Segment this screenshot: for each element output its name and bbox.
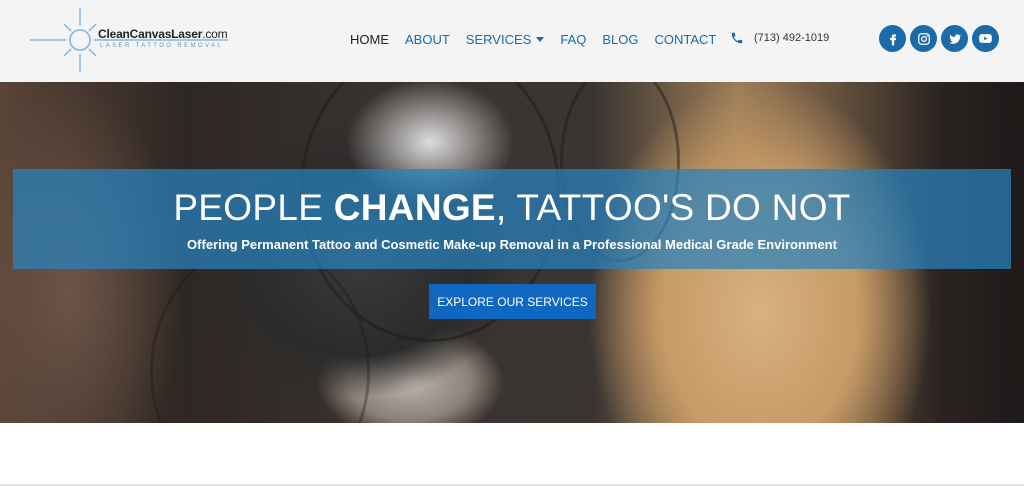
logo-name-domain: .com [202,27,228,41]
headline-part-2: , TATTOO'S DO NOT [495,187,851,228]
facebook-icon [889,33,896,45]
hero-section: PEOPLE CHANGE, TATTOO'S DO NOT Offering … [0,82,1024,423]
chevron-down-icon [536,37,545,42]
site-logo[interactable]: CleanCanvasLaser.com LASER TATTOO REMOVA… [28,8,238,74]
nav-item-services[interactable]: SERVICES [466,32,545,47]
nav-item-faq[interactable]: FAQ [560,32,586,47]
nav-item-contact[interactable]: CONTACT [654,32,716,47]
explore-services-button[interactable]: EXPLORE OUR SERVICES [429,284,596,319]
hero-banner: PEOPLE CHANGE, TATTOO'S DO NOT Offering … [13,169,1011,269]
instagram-link[interactable] [910,25,937,52]
facebook-link[interactable] [879,25,906,52]
hero-headline: PEOPLE CHANGE, TATTOO'S DO NOT [13,187,1011,229]
twitter-link[interactable] [941,25,968,52]
hero-subheadline: Offering Permanent Tattoo and Cosmetic M… [187,237,837,252]
youtube-link[interactable] [972,25,999,52]
phone-contact[interactable]: (713) 492-1019 [730,31,829,45]
headline-part-1: PEOPLE [173,187,334,228]
headline-emphasis: CHANGE [333,187,496,228]
nav-item-about[interactable]: ABOUT [405,32,450,47]
phone-icon [731,32,743,44]
logo-name: CleanCanvasLaser.com [98,27,228,41]
site-header: CleanCanvasLaser.com LASER TATTOO REMOVA… [0,0,1024,82]
phone-number: (713) 492-1019 [754,32,830,44]
nav-item-blog[interactable]: BLOG [602,32,638,47]
nav-item-services-label: SERVICES [465,32,532,47]
main-nav: HOME ABOUT SERVICES FAQ BLOG CONTACT [350,32,732,47]
twitter-icon [948,33,961,44]
logo-name-bold: CleanCanvasLaser [98,27,203,41]
social-links [879,25,1003,52]
instagram-icon [917,32,930,45]
nav-item-home[interactable]: HOME [350,32,389,47]
youtube-icon [979,34,992,43]
sun-logo-icon [30,8,228,72]
logo-tagline: LASER TATTOO REMOVAL [100,43,224,49]
